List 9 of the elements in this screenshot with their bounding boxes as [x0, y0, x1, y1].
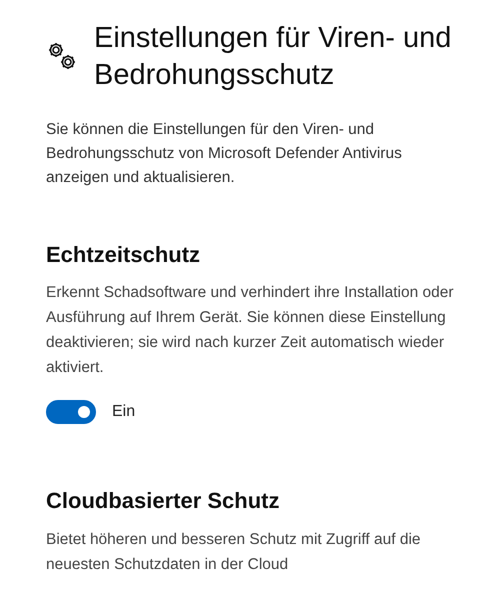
page-description: Sie können die Einstellungen für den Viren- und Bedrohungsschutz von Microsoft Defender Antivirus anzeigen und aktualisieren.: [46, 120, 403, 188]
toggle-label: Ein: [112, 402, 136, 422]
gears-icon: [46, 40, 78, 72]
section-description: Erkennt Schadsoftware und verhindert ihre Installation oder Ausführung auf Ihrem Gerät. Sie können diese Einstellung deaktivieren; sie wird nach kurzer Zeit automatisch wieder aktiviert.: [46, 283, 455, 378]
section-description: Bietet höheren und besseren Schutz mit Zugriff auf die neuesten Schutzdaten in der Cloud: [46, 530, 422, 575]
toggle-switch[interactable]: [46, 400, 96, 424]
section-heading: Echtzeitschutz: [46, 242, 202, 268]
page-title: Einstellungen für Viren- und Bedrohungsschutz: [94, 21, 452, 93]
section-heading: Cloudbasierter Schutz: [46, 488, 280, 515]
